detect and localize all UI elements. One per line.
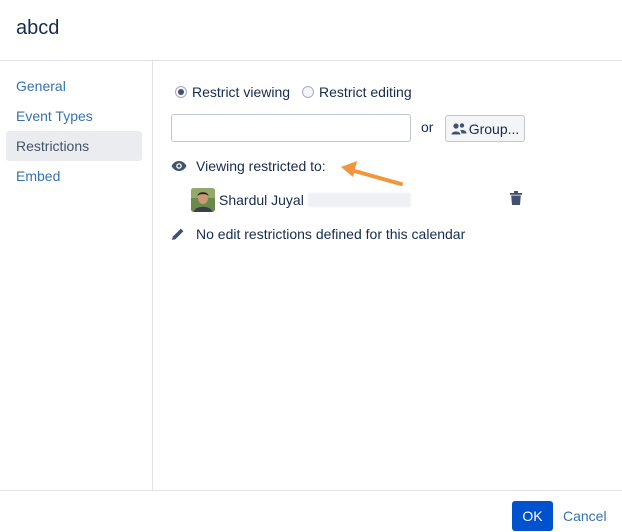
user-name: Shardul Juyal xyxy=(219,192,304,208)
sidebar: General Event Types Restrictions Embed xyxy=(0,61,153,490)
restriction-mode-group: Restrict viewing Restrict editing xyxy=(175,83,424,101)
edit-restrictions-message: No edit restrictions defined for this ca… xyxy=(196,226,466,242)
sidebar-item-restrictions[interactable]: Restrictions xyxy=(6,131,142,161)
sidebar-item-general[interactable]: General xyxy=(6,71,142,101)
ok-button[interactable]: OK xyxy=(512,501,553,531)
dialog-footer: OK Cancel xyxy=(0,490,622,532)
restrict-viewing-radio[interactable]: Restrict viewing xyxy=(175,84,290,100)
restrictions-panel: Restrict viewing Restrict editing or Gro… xyxy=(153,61,622,490)
users-icon xyxy=(451,122,467,134)
restrict-viewing-label: Restrict viewing xyxy=(192,84,291,100)
sidebar-item-event-types[interactable]: Event Types xyxy=(6,101,142,131)
pencil-icon xyxy=(171,227,189,241)
arrow-annotation xyxy=(341,161,403,186)
dialog-header: abcd xyxy=(0,0,622,61)
restrict-editing-radio[interactable]: Restrict editing xyxy=(302,84,412,100)
eye-icon xyxy=(171,160,189,172)
avatar xyxy=(191,188,215,212)
add-group-button[interactable]: Group... xyxy=(445,115,525,142)
group-button-label: Group... xyxy=(468,120,520,137)
restricted-user-row: Shardul Juyal xyxy=(191,188,411,212)
radio-unchecked-icon[interactable] xyxy=(302,86,315,98)
trash-icon[interactable] xyxy=(510,191,522,208)
viewing-restricted-header: Viewing restricted to: xyxy=(171,157,326,175)
or-label: or xyxy=(421,119,434,135)
edit-restrictions-status: No edit restrictions defined for this ca… xyxy=(171,225,465,243)
restrict-editing-label: Restrict editing xyxy=(319,84,412,100)
viewing-restricted-label: Viewing restricted to: xyxy=(196,158,326,174)
cancel-button[interactable]: Cancel xyxy=(563,508,607,524)
restrictions-dialog: abcd General Event Types Restrictions Em… xyxy=(0,0,622,532)
dialog-title: abcd xyxy=(16,17,60,39)
radio-checked-icon[interactable] xyxy=(175,86,187,98)
redacted-email xyxy=(307,193,411,207)
user-search-input[interactable] xyxy=(171,114,411,142)
sidebar-item-embed[interactable]: Embed xyxy=(6,161,142,191)
